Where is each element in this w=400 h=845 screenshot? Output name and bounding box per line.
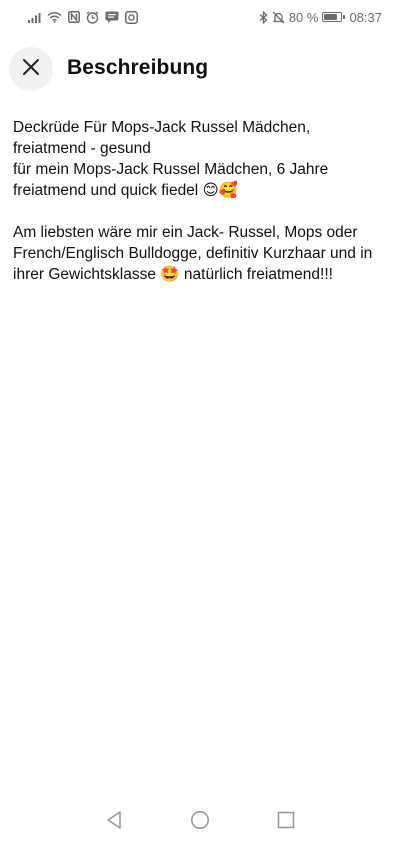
clock-time: 08:37 bbox=[349, 9, 382, 25]
page-title: Beschreibung bbox=[67, 56, 209, 79]
description-text: Deckrüde Für Mops-Jack Russel Mädchen, f… bbox=[13, 117, 387, 285]
status-right-icons: 80 % 08:37 bbox=[259, 10, 382, 25]
recents-button[interactable] bbox=[274, 811, 298, 835]
home-button[interactable] bbox=[188, 811, 212, 835]
status-left-icons bbox=[28, 10, 138, 24]
home-icon bbox=[190, 810, 210, 835]
navigation-bar bbox=[0, 800, 400, 845]
status-bar: 80 % 08:37 bbox=[0, 0, 400, 34]
close-icon bbox=[22, 58, 40, 81]
battery-icon bbox=[322, 12, 346, 22]
bluetooth-icon bbox=[259, 10, 268, 24]
signal-icon bbox=[28, 12, 41, 23]
description-line: Deckrüde Für Mops-Jack Russel Mädchen, f… bbox=[13, 119, 311, 157]
instagram-icon bbox=[125, 10, 138, 24]
message-icon bbox=[105, 11, 119, 23]
alarm-icon bbox=[86, 10, 99, 24]
back-button[interactable] bbox=[102, 811, 126, 835]
description-line: Am liebsten wäre mir ein Jack- Russel, M… bbox=[13, 224, 373, 283]
header: Beschreibung bbox=[0, 42, 400, 98]
nfc-icon bbox=[68, 11, 80, 23]
mute-icon bbox=[272, 11, 285, 24]
battery-fill bbox=[324, 14, 338, 20]
close-button[interactable] bbox=[9, 47, 53, 91]
recents-icon bbox=[277, 811, 295, 834]
battery-percent: 80 % bbox=[288, 9, 319, 25]
back-icon bbox=[105, 810, 123, 835]
battery-body bbox=[322, 12, 343, 22]
wifi-icon bbox=[47, 11, 62, 23]
battery-cap bbox=[343, 15, 346, 19]
description-line: für mein Mops-Jack Russel Mädchen, 6 Jah… bbox=[13, 161, 329, 199]
